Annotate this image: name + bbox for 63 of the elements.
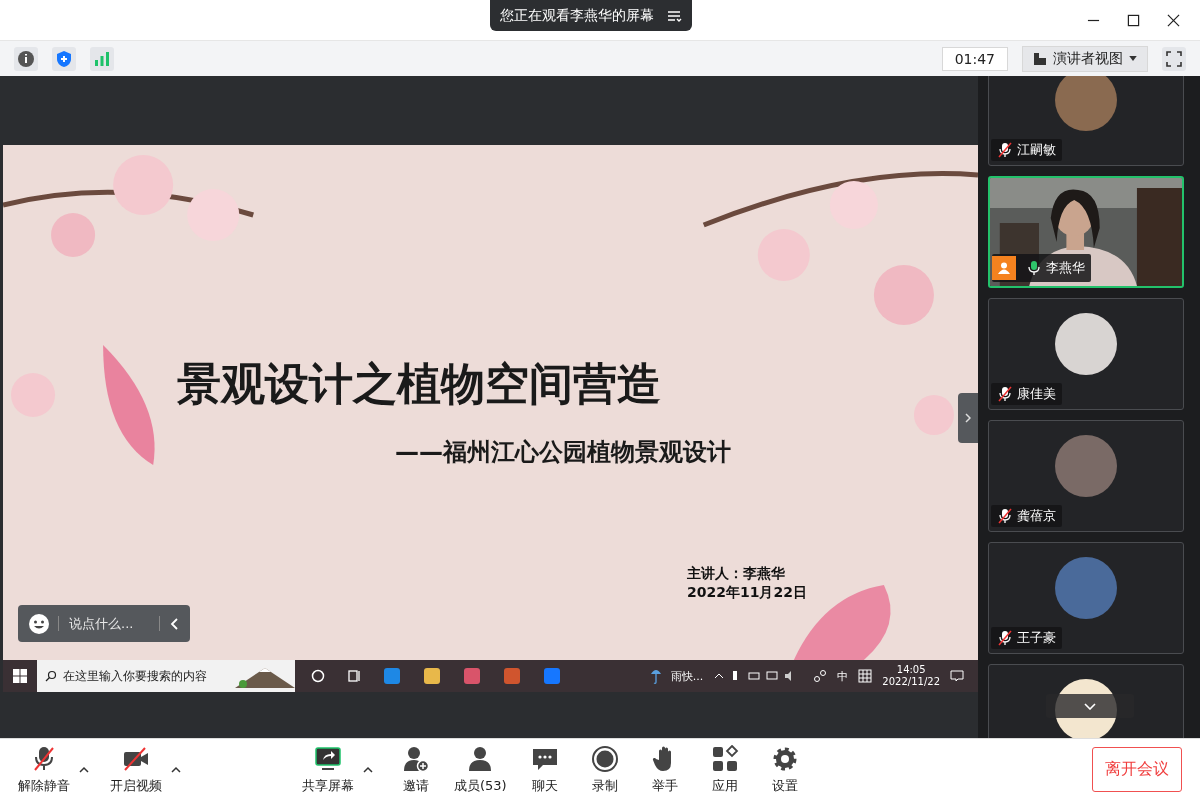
app-icon[interactable]	[463, 667, 481, 685]
task-view-icon[interactable]	[347, 669, 361, 683]
clock-time[interactable]: 14:05	[896, 664, 926, 676]
layout-icon	[1033, 51, 1047, 66]
participant-tile[interactable]: 龚蓓京	[988, 420, 1184, 532]
app-icon[interactable]	[383, 667, 401, 685]
participant-name: 江嗣敏	[1017, 141, 1056, 159]
participant-name: 王子豪	[1017, 629, 1056, 647]
app-icon[interactable]	[503, 667, 521, 685]
meeting-timer: 01:47	[941, 46, 1008, 71]
windows-start-icon[interactable]	[13, 669, 27, 683]
app-icon[interactable]	[423, 667, 441, 685]
chat-button[interactable]: 聊天	[514, 744, 575, 795]
raise-hand-button[interactable]: 举手	[634, 744, 695, 795]
close-icon[interactable]	[1167, 13, 1180, 27]
date-text: 2022年11月22日	[687, 583, 808, 602]
slide-subtitle: ——福州江心公园植物景观设计	[394, 437, 732, 468]
fullscreen-icon[interactable]	[1162, 46, 1186, 71]
collapse-panel-handle[interactable]	[958, 393, 978, 443]
members-button[interactable]: 成员(53)	[446, 744, 515, 795]
settings-button[interactable]: 设置	[754, 744, 815, 795]
chevron-right-icon	[965, 413, 971, 423]
weather-text[interactable]: 雨快...	[670, 668, 704, 684]
participant-tile[interactable]: 王子豪	[988, 542, 1184, 654]
participant-tile[interactable]: 江嗣敏	[988, 76, 1184, 166]
add-person-icon	[402, 744, 430, 773]
participant-name: 龚蓓京	[1017, 507, 1056, 525]
chevron-down-icon	[1084, 702, 1096, 710]
network-icon[interactable]	[813, 669, 828, 683]
slide-title: 景观设计之植物空间营造	[176, 357, 662, 411]
participant-name: 康佳美	[1017, 385, 1056, 403]
keyboard-grid-icon[interactable]	[858, 669, 873, 683]
input-method-text[interactable]: 中	[837, 668, 849, 684]
apps-button[interactable]: 应用	[694, 744, 755, 795]
record-icon	[590, 744, 619, 773]
record-button[interactable]: 录制	[574, 744, 635, 795]
apps-grid-icon	[710, 744, 739, 773]
clock-date[interactable]: 2022/11/22	[882, 676, 940, 688]
notification-icon[interactable]	[950, 669, 964, 683]
participant-tile[interactable]: 李燕华	[988, 176, 1184, 288]
presenter-text: 主讲人：李燕华	[687, 564, 786, 583]
taskbar-search-field[interactable]: 在这里输入你要搜索的内容	[63, 669, 229, 683]
taskbar-search-bar[interactable]: 在这里输入你要搜索的内容	[37, 660, 295, 692]
dropdown-caret-icon	[1129, 56, 1137, 61]
search-icon	[45, 670, 57, 682]
view-mode-dropdown[interactable]: 演讲者视图	[1022, 45, 1148, 72]
app-icon[interactable]	[543, 667, 561, 685]
participant-tile[interactable]: 康佳美	[988, 298, 1184, 410]
share-screen-button[interactable]: 共享屏幕	[294, 744, 362, 795]
share-screen-icon	[314, 744, 342, 773]
leave-meeting-button[interactable]: 离开会议	[1092, 747, 1182, 792]
participant-name: 李燕华	[1046, 259, 1085, 277]
info-icon[interactable]	[14, 46, 38, 71]
unmute-button[interactable]: 解除静音	[10, 744, 78, 795]
invite-button[interactable]: 邀请	[386, 744, 446, 795]
umbrella-icon	[650, 668, 661, 684]
shield-icon[interactable]	[52, 46, 76, 71]
banner-text: 您正在观看李燕华的屏幕	[500, 6, 654, 25]
cortana-icon[interactable]	[311, 669, 325, 683]
emoji-icon[interactable]	[28, 612, 50, 635]
video-button[interactable]: 开启视频	[102, 744, 170, 795]
chat-input-field[interactable]: 说点什么...	[58, 616, 160, 631]
maximize-icon[interactable]	[1127, 13, 1140, 27]
